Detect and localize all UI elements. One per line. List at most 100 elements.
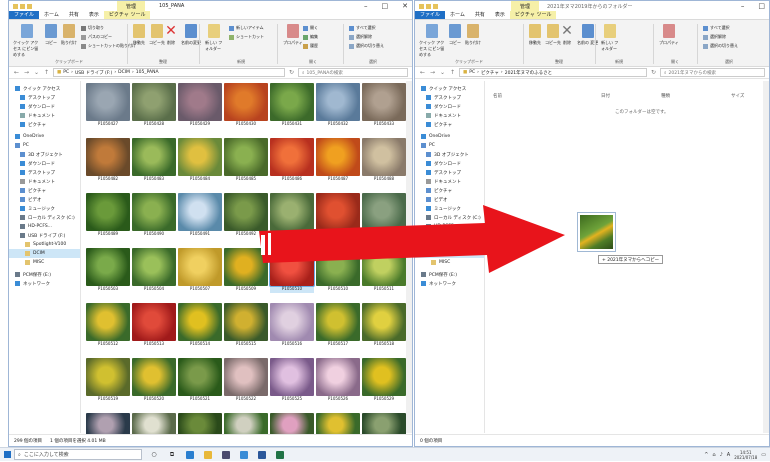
tab-view[interactable]: 表示 xyxy=(490,11,510,19)
nav-item[interactable]: クイック アクセス xyxy=(415,84,484,93)
column-name[interactable]: 名前 xyxy=(493,93,502,99)
file-thumbnail-item[interactable]: P1050429 xyxy=(178,83,222,128)
new-folder-button[interactable]: 新しい フォルダー xyxy=(601,24,619,52)
nav-item[interactable]: USB ドライブ (F:) xyxy=(9,231,80,240)
file-thumbnail-item[interactable]: P1050515 xyxy=(224,303,268,348)
invert-selection-button[interactable]: 選択の切り替え xyxy=(349,43,384,49)
breadcrumb[interactable]: ■ PC › ピクチャ › 2021年ヌマのふるさと xyxy=(459,68,647,77)
open-button[interactable]: 開く xyxy=(303,25,318,31)
file-thumbnail-item[interactable]: P1050518 xyxy=(362,303,406,348)
invert-selection-button[interactable]: 選択の切り替え xyxy=(703,43,738,49)
forward-icon[interactable]: → xyxy=(23,69,30,76)
nav-item[interactable]: Spotlight-V100 xyxy=(9,240,80,249)
history-button[interactable]: 履歴 xyxy=(303,43,318,49)
file-thumbnail-item[interactable]: P1050514 xyxy=(178,303,222,348)
nav-item[interactable]: DCIM xyxy=(9,249,80,258)
file-thumbnail-item[interactable]: P1050507 xyxy=(178,248,222,293)
properties-button[interactable]: プロパティ xyxy=(283,24,303,46)
file-thumbnail-item[interactable]: P1050488 xyxy=(362,138,406,183)
pin-button[interactable]: クイック アクセス にピン留めする xyxy=(419,24,445,58)
mail-app[interactable] xyxy=(238,449,250,461)
nav-item[interactable]: ピクチャ xyxy=(9,186,80,195)
nav-item[interactable]: デスクトップ xyxy=(415,168,484,177)
task-view-icon[interactable]: ⧉ xyxy=(166,449,178,461)
select-none-button[interactable]: 選択解除 xyxy=(703,34,726,40)
close-icon[interactable]: ✕ xyxy=(402,2,408,10)
nav-item[interactable]: ネットワーク xyxy=(415,279,484,288)
tab-file[interactable]: ファイル xyxy=(9,11,40,19)
delete-button[interactable]: ✕ 削除 xyxy=(165,24,177,46)
nav-item[interactable]: 3D オブジェクト xyxy=(415,150,484,159)
context-tab-manage[interactable]: 管理 xyxy=(511,1,539,11)
tab-home[interactable]: ホーム xyxy=(445,11,470,19)
context-tab-manage[interactable]: 管理 xyxy=(117,1,145,11)
refresh-icon[interactable]: ↻ xyxy=(288,69,295,76)
search-input[interactable]: ⌕ 105_PANAの検索 xyxy=(298,68,408,77)
nav-item[interactable]: OneDrive xyxy=(415,132,484,141)
column-type[interactable]: 種類 xyxy=(661,93,670,99)
file-thumbnail-item[interactable]: P1050519 xyxy=(86,358,130,403)
breadcrumb-item[interactable]: 105_PANA xyxy=(136,70,159,75)
explorer-app[interactable] xyxy=(202,449,214,461)
breadcrumb-item[interactable]: ピクチャ xyxy=(481,70,499,76)
minimize-icon[interactable]: – xyxy=(741,2,745,10)
breadcrumb-item[interactable]: DCIM xyxy=(118,70,130,75)
tab-file[interactable]: ファイル xyxy=(415,11,446,19)
maximize-icon[interactable]: □ xyxy=(382,2,389,10)
cut-button[interactable]: 切り取り xyxy=(81,25,104,31)
file-thumbnail-item[interactable]: P1050485 xyxy=(224,138,268,183)
file-thumbnail-item[interactable]: P1050489 xyxy=(86,193,130,238)
nav-item[interactable]: ドキュメント xyxy=(9,177,80,186)
file-thumbnail-item[interactable]: P1050512 xyxy=(86,303,130,348)
file-thumbnail-item[interactable]: P1050516 xyxy=(270,303,314,348)
up-icon[interactable]: ↑ xyxy=(43,69,50,76)
nav-item[interactable]: MISC xyxy=(9,258,80,267)
nav-item[interactable]: ピクチャ xyxy=(415,186,484,195)
search-input[interactable]: ⌕ 2021年ヌマからの検索 xyxy=(660,68,765,77)
nav-item[interactable]: ダウンロード xyxy=(9,159,80,168)
file-thumbnail-item[interactable]: P1050482 xyxy=(86,138,130,183)
tab-picture-tools[interactable]: ピクチャ ツール xyxy=(509,11,557,19)
file-thumbnail-item[interactable]: P1050521 xyxy=(178,358,222,403)
nav-item[interactable]: ドキュメント xyxy=(415,177,484,186)
file-thumbnail-item[interactable]: P1050431 xyxy=(270,83,314,128)
edit-button[interactable]: 編集 xyxy=(303,34,318,40)
nav-item[interactable]: HD-PCFS... xyxy=(9,222,80,231)
nav-item[interactable]: ネットワーク xyxy=(9,279,80,288)
tab-share[interactable]: 共有 xyxy=(470,11,490,19)
breadcrumb-item[interactable]: PC xyxy=(469,70,475,75)
file-thumbnail-item[interactable]: P1050525 xyxy=(270,358,314,403)
notification-icon[interactable]: ▭ xyxy=(761,452,766,458)
paste-button[interactable]: 貼り付け xyxy=(61,24,77,46)
file-thumbnail-item[interactable]: P1050433 xyxy=(362,83,406,128)
select-none-button[interactable]: 選択解除 xyxy=(349,34,372,40)
copy-to-button[interactable]: コピー先 xyxy=(545,24,561,46)
file-thumbnail-item[interactable]: P1050520 xyxy=(132,358,176,403)
tab-home[interactable]: ホーム xyxy=(39,11,64,19)
delete-button[interactable]: ✕ 削除 xyxy=(561,24,573,46)
start-button[interactable] xyxy=(0,448,14,462)
breadcrumb-item[interactable]: PC xyxy=(63,70,69,75)
quick-access-toolbar[interactable] xyxy=(415,3,438,9)
column-size[interactable]: サイズ xyxy=(731,93,744,99)
clock[interactable]: 14:51 2021/07/18 xyxy=(734,450,757,460)
back-icon[interactable]: ← xyxy=(13,69,20,76)
tab-picture-tools[interactable]: ピクチャ ツール xyxy=(103,11,151,19)
file-thumbnail-item[interactable]: P1050517 xyxy=(316,303,360,348)
minimize-icon[interactable]: – xyxy=(364,2,368,10)
nav-item[interactable]: ダウンロード xyxy=(415,159,484,168)
copy-button[interactable]: コピー xyxy=(449,24,461,46)
taskbar-search[interactable]: ⌕ ここに入力して検索 xyxy=(14,449,142,460)
file-thumbnail-item[interactable]: P1050529 xyxy=(362,358,406,403)
nav-item[interactable]: デスクトップ xyxy=(9,93,80,102)
select-all-button[interactable]: すべて選択 xyxy=(349,25,376,31)
nav-item[interactable]: クイック アクセス xyxy=(9,84,80,93)
tab-share[interactable]: 共有 xyxy=(64,11,84,19)
nav-item[interactable]: ドキュメント xyxy=(9,111,80,120)
tab-view[interactable]: 表示 xyxy=(84,11,104,19)
copy-path-button[interactable]: パスのコピー xyxy=(81,34,112,40)
breadcrumb-item[interactable]: USB ドライブ (F:) xyxy=(75,70,112,76)
nav-item[interactable]: OneDrive xyxy=(9,132,80,141)
chevron-up-icon[interactable]: ^ xyxy=(704,452,708,458)
move-to-button[interactable]: 移動先 xyxy=(133,24,145,46)
